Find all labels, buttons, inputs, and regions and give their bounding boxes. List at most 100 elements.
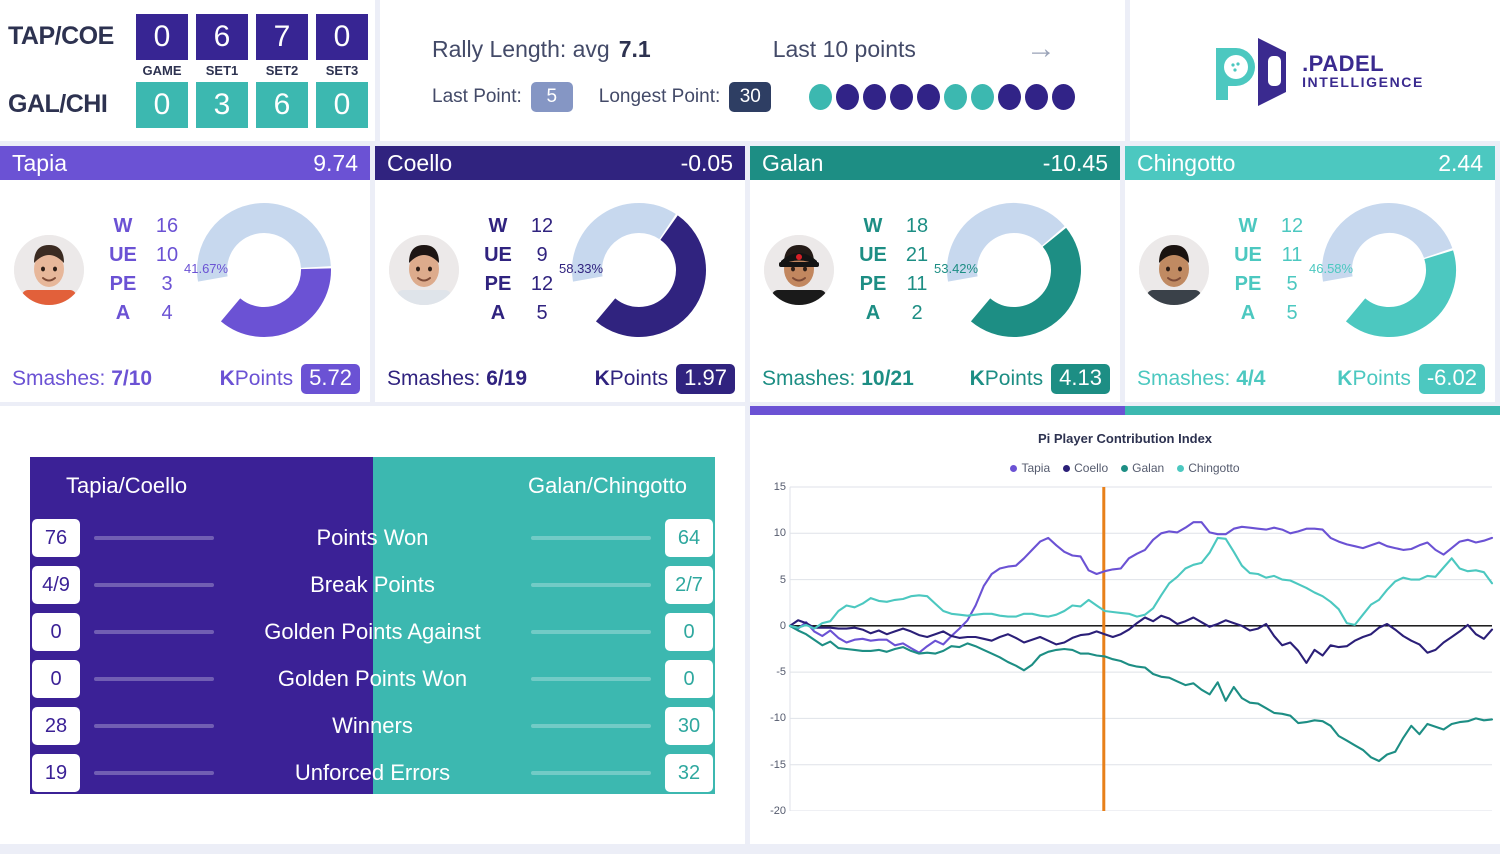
comparison-row: 0 Golden Points Won 0: [30, 656, 715, 703]
header-row: TAP/COE 0 6 7 0 GAME SET1 SET2 SET3 GAL/…: [0, 0, 1500, 146]
player-name: Chingotto: [1137, 149, 1236, 176]
rally-length-label: Rally Length: avg: [432, 35, 610, 62]
player-stats: W 18 UE 21 PE 11 A 2: [852, 215, 940, 325]
y-axis-tick-label: -15: [770, 758, 786, 771]
y-axis-tick-label: -10: [770, 712, 786, 725]
kpoints-value: 5.72: [301, 364, 360, 394]
comparison-left-value: 0: [32, 660, 80, 698]
comparison-left-value: 0: [32, 613, 80, 651]
stat-key: UE: [109, 244, 137, 266]
player-card-body: W 12 UE 9 PE 12 A 5 58.33%: [375, 180, 745, 360]
comparison-left-value: 76: [32, 519, 80, 557]
kpoints-label: KPoints: [219, 367, 294, 390]
stat-value: 12: [530, 215, 554, 237]
stat-key: UE: [484, 244, 512, 266]
comparison-left-team-name: Tapia/Coello: [66, 472, 188, 498]
comparison-left-value: 4/9: [32, 566, 80, 604]
player-card[interactable]: Tapia 9.74 W 16 UE 10 PE 3 A 4 41.67% Smashes: …: [0, 146, 370, 402]
comparison-right-bar: [531, 771, 651, 775]
player-index-value: -10.45: [1042, 149, 1108, 176]
player-donut-chart: 41.67%: [184, 200, 334, 340]
kpoints-label: KPoints: [594, 367, 669, 390]
stat-key: A: [865, 302, 881, 324]
rally-avg-value: 7.1: [618, 35, 651, 62]
comparison-left-bar: [94, 536, 214, 540]
legend-item[interactable]: Tapia: [1010, 461, 1050, 475]
score-team1-set2: 7: [256, 13, 308, 60]
stat-value: 5: [536, 302, 548, 324]
score-team1-set1: 6: [196, 13, 248, 60]
donut-percentage: 41.67%: [184, 261, 229, 276]
padel-dashboard: TAP/COE 0 6 7 0 GAME SET1 SET2 SET3 GAL/…: [0, 0, 1500, 854]
kpoints-stat: KPoints 4.13: [970, 364, 1110, 394]
player-card[interactable]: Chingotto 2.44 W 12 UE 11 PE 5 A 5 46.58% Smash…: [1125, 146, 1495, 402]
comparison-right-bar: [531, 536, 651, 540]
chart-team-colorbar: [750, 406, 1500, 415]
stat-value: 3: [161, 273, 173, 295]
legend-color-swatch: [1063, 464, 1071, 472]
y-axis-tick-label: 15: [773, 481, 786, 493]
smashes-stat: Smashes: 7/10: [12, 367, 152, 391]
legend-item[interactable]: Coello: [1063, 461, 1108, 475]
comparison-right-bar: [531, 630, 651, 634]
avatar: [389, 235, 459, 305]
scoreboard-team1-name: TAP/COE: [8, 22, 114, 50]
comparison-left-value: 28: [32, 707, 80, 745]
comparison-row: 19 Unforced Errors 32: [30, 750, 715, 797]
y-axis-tick-label: -5: [776, 666, 786, 679]
comparison-metric-label: Golden Points Against: [264, 619, 481, 644]
stat-value: 16: [155, 215, 179, 237]
stat-key: A: [1240, 302, 1256, 324]
comparison-right-value: 64: [665, 519, 713, 557]
last-10-points-dots: [809, 84, 1076, 110]
team-comparison-panel: Tapia/Coello Galan/Chingotto 76 Points W…: [0, 406, 745, 844]
comparison-right-bar: [531, 724, 651, 728]
avatar: [764, 235, 834, 305]
legend-item[interactable]: Galan: [1121, 461, 1164, 475]
player-card[interactable]: Coello -0.05 W 12 UE 9 PE 12 A 5 58.33% Smashes…: [375, 146, 745, 402]
stat-value: 12: [1280, 215, 1304, 237]
stat-key: W: [1238, 215, 1258, 237]
chart-plot-area: 15 10 5 0 -5 -10 -15 -20: [750, 481, 1500, 817]
padel-intelligence-mark-icon: [1216, 37, 1287, 106]
stat-key: PE: [484, 273, 512, 295]
donut-percentage: 58.33%: [559, 261, 604, 276]
arrow-right-icon[interactable]: →: [1026, 34, 1056, 64]
comparison-metric-label: Break Points: [310, 572, 435, 597]
kpoints-stat: KPoints 1.97: [595, 364, 735, 394]
y-axis-tick-label: 10: [773, 527, 786, 540]
smashes-value: 7/10: [111, 367, 153, 390]
point-dot: [890, 84, 914, 110]
comparison-right-bar: [531, 677, 651, 681]
player-card-header: Coello -0.05: [375, 146, 745, 180]
contribution-chart-panel: Pi Player Contribution Index Tapia Coello…: [750, 406, 1500, 844]
kpoints-stat: KPoints -6.02: [1337, 364, 1485, 394]
scoreboard-panel: TAP/COE 0 6 7 0 GAME SET1 SET2 SET3 GAL/…: [0, 0, 375, 141]
stat-key: PE: [1234, 273, 1262, 295]
comparison-right-value: 2/7: [665, 566, 713, 604]
smashes-value: 10/21: [861, 367, 914, 390]
score-team1-set3: 0: [316, 13, 368, 60]
stat-key: W: [488, 215, 508, 237]
scoreboard-grid: TAP/COE 0 6 7 0 GAME SET1 SET2 SET3 GAL/…: [8, 13, 368, 128]
avatar: [14, 235, 84, 305]
comparison-right-value: 0: [665, 613, 713, 651]
smashes-value: 6/19: [486, 367, 528, 390]
comparison-left-bar: [94, 630, 214, 634]
bottom-row: Tapia/Coello Galan/Chingotto 76 Points W…: [0, 406, 1500, 844]
comparison-right-team-name: Galan/Chingotto: [528, 472, 687, 498]
stat-value: 5: [1286, 302, 1298, 324]
comparison-right-value: 0: [665, 660, 713, 698]
stat-key: W: [863, 215, 883, 237]
legend-item[interactable]: Chingotto: [1177, 461, 1240, 475]
player-donut-chart: 46.58%: [1309, 200, 1459, 340]
comparison-metric-label: Points Won: [316, 525, 429, 550]
comparison-row: 0 Golden Points Against 0: [30, 609, 715, 656]
score-label-set1: SET1: [205, 63, 239, 78]
stat-key: A: [115, 302, 131, 324]
smashes-label: Smashes:: [762, 367, 856, 390]
stat-key: A: [490, 302, 506, 324]
player-card-footer: Smashes: 4/4 KPoints -6.02: [1125, 360, 1495, 402]
player-card[interactable]: Galan -10.45 W 18 UE 21 PE 11 A 2 53.42% Smashe…: [750, 146, 1120, 402]
last-point-value: 5: [530, 82, 573, 112]
